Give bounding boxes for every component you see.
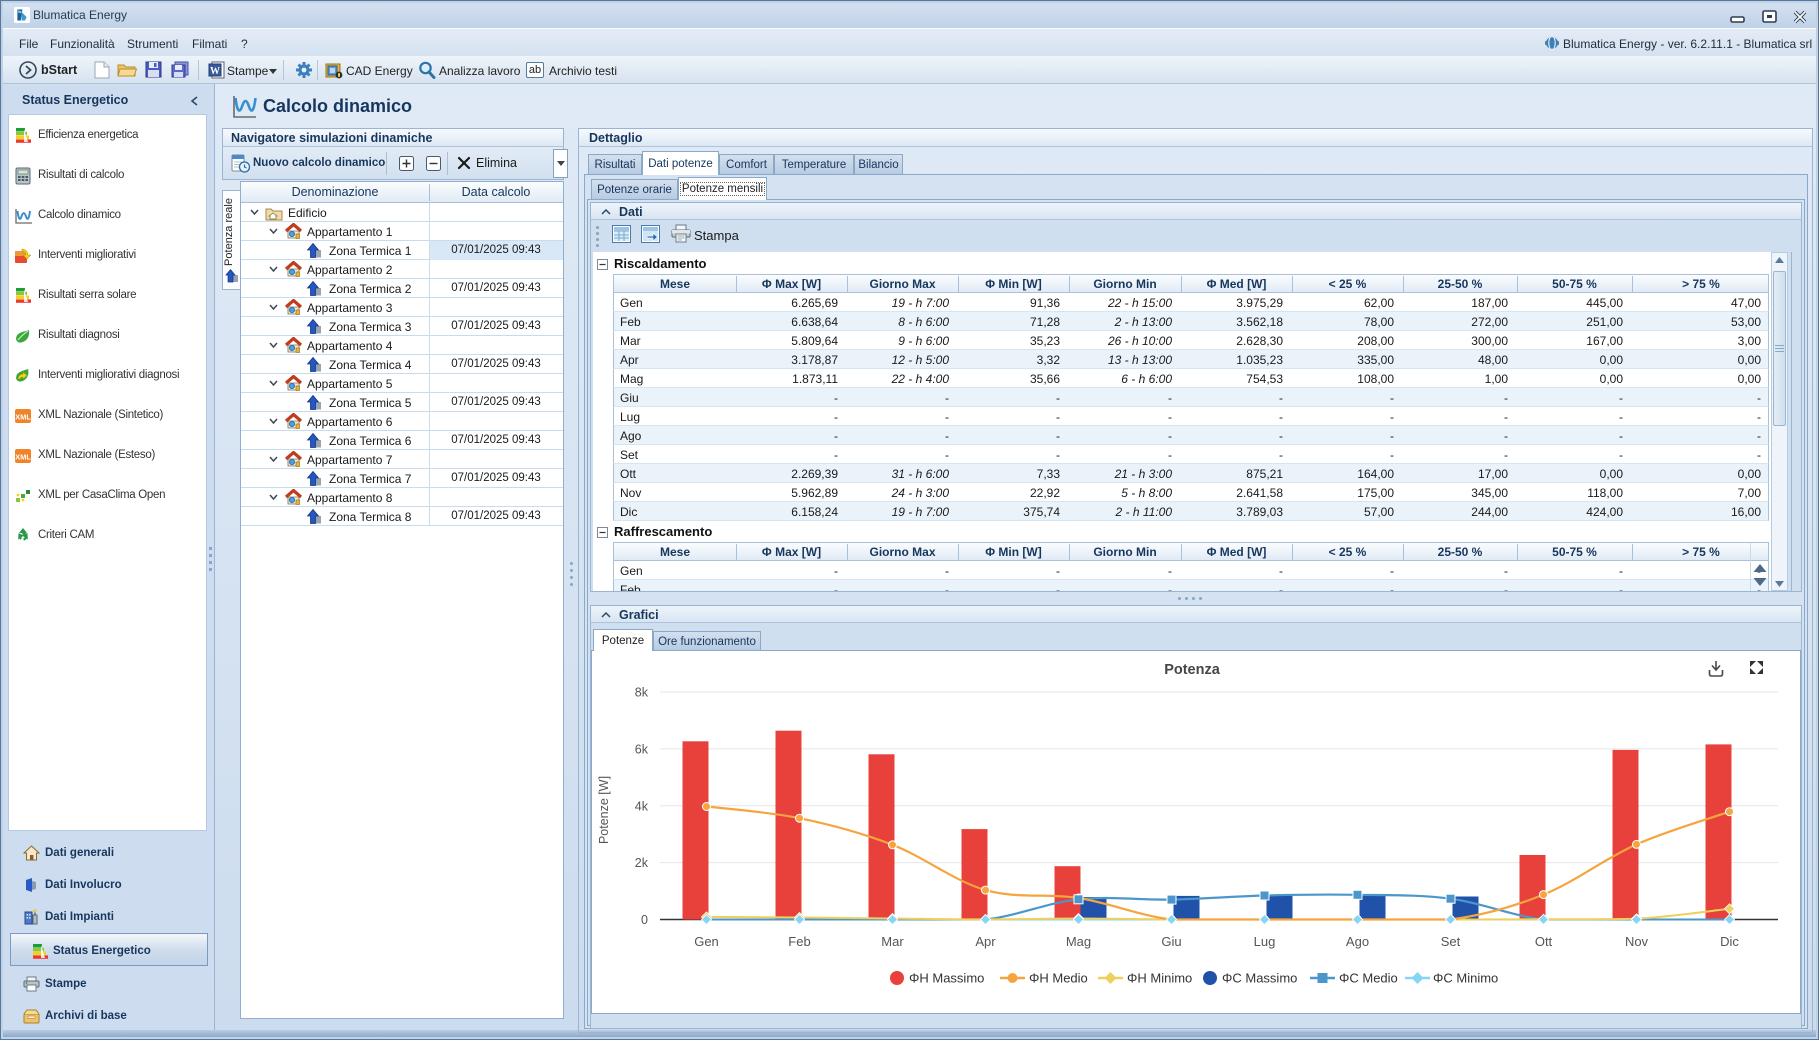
svg-text:ΦC Minimo: ΦC Minimo (1433, 971, 1498, 986)
svg-text:Mar: Mar (881, 934, 904, 949)
svg-text:2k: 2k (635, 856, 649, 870)
svg-text:Potenze [W]: Potenze [W] (597, 776, 611, 844)
svg-text:Gen: Gen (694, 934, 719, 949)
svg-text:Set: Set (1441, 934, 1461, 949)
svg-text:Potenza: Potenza (1164, 662, 1221, 678)
svg-text:ΦH Minimo: ΦH Minimo (1127, 971, 1192, 986)
svg-text:XML: XML (15, 413, 31, 422)
svg-text:ΦC Massimo: ΦC Massimo (1222, 971, 1297, 986)
svg-text:4k: 4k (635, 799, 649, 813)
svg-text:ΦH Medio: ΦH Medio (1029, 971, 1088, 986)
svg-text:0: 0 (641, 913, 648, 927)
svg-text:Dic: Dic (1720, 934, 1739, 949)
svg-text:Ott: Ott (1535, 934, 1553, 949)
svg-text:Potenza reale: Potenza reale (224, 198, 235, 266)
svg-text:ΦC Medio: ΦC Medio (1339, 971, 1398, 986)
svg-text:Giu: Giu (1161, 934, 1181, 949)
svg-text:XML: XML (15, 453, 31, 462)
svg-text:Lug: Lug (1254, 934, 1276, 949)
svg-text:Nov: Nov (1625, 934, 1649, 949)
svg-text:Feb: Feb (788, 934, 810, 949)
svg-text:Apr: Apr (975, 934, 996, 949)
svg-text:Ago: Ago (1346, 934, 1369, 949)
svg-text:Mag: Mag (1066, 934, 1091, 949)
svg-text:W: W (210, 66, 220, 77)
svg-text:6k: 6k (635, 742, 649, 756)
svg-text:8k: 8k (635, 686, 649, 700)
svg-text:ΦH Massimo: ΦH Massimo (909, 971, 984, 986)
